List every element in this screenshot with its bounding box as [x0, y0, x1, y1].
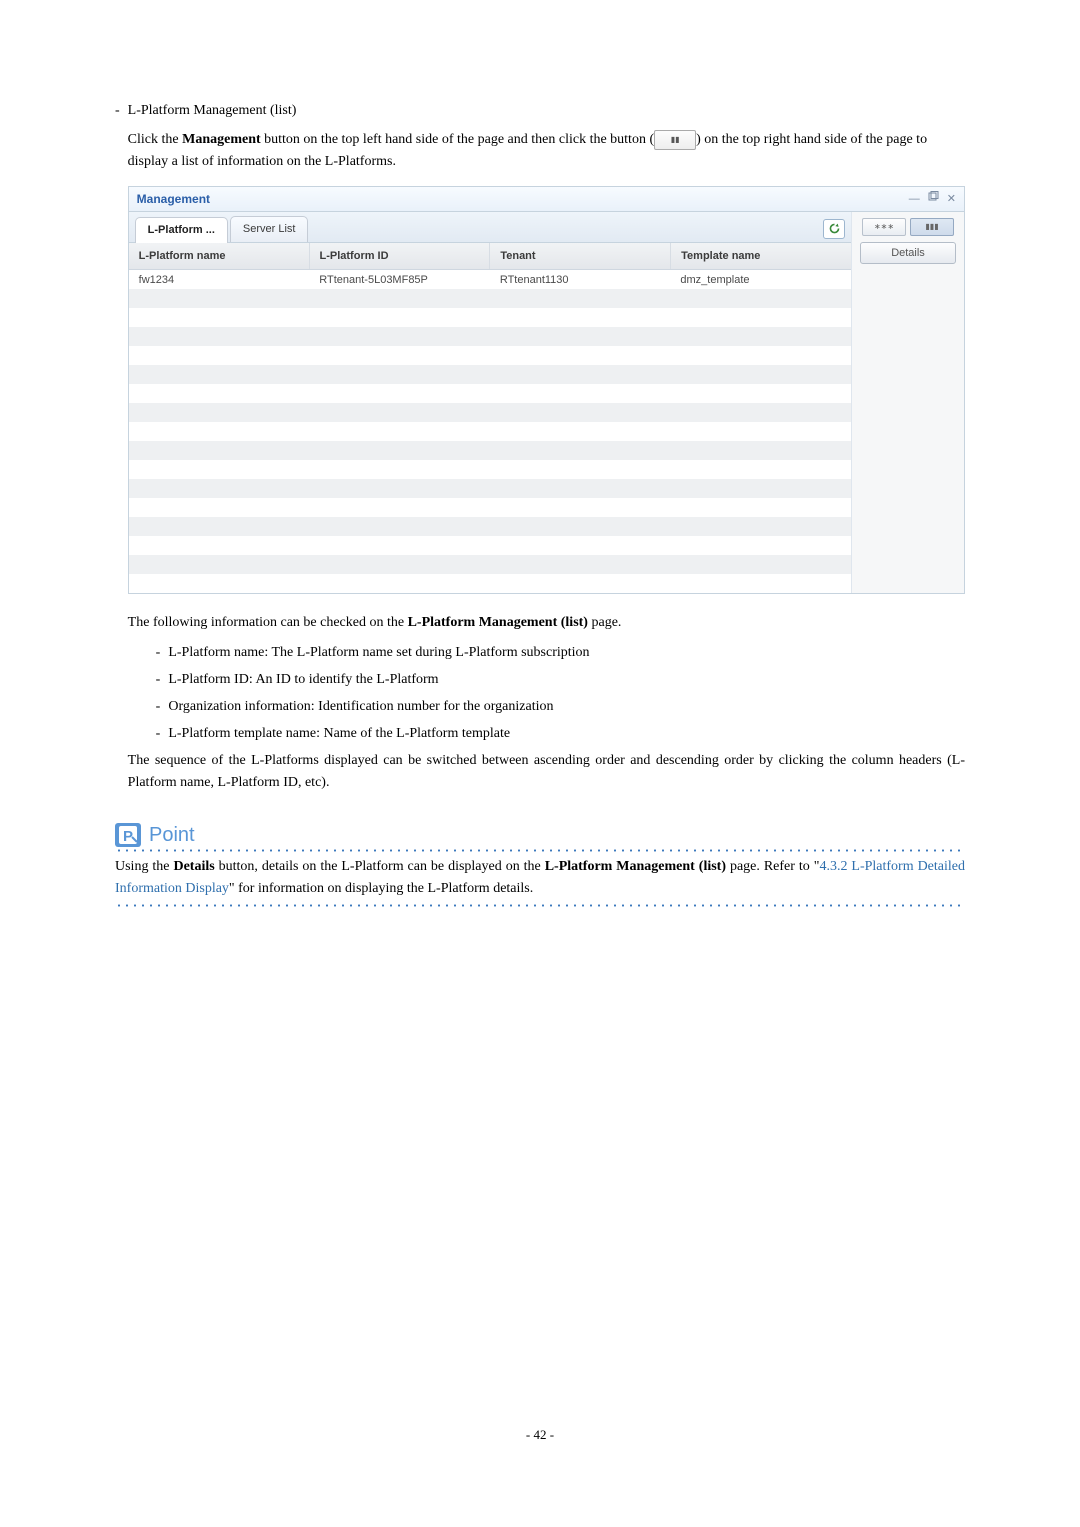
point-badge-icon: P [115, 823, 141, 847]
table-row-empty [129, 308, 851, 327]
view-mode-toolbar: ∗∗∗ ▮▮▮ [858, 218, 958, 236]
sub-bullet-1: - L-Platform name: The L-Platform name s… [128, 642, 965, 663]
grid-header: L-Platform name L-Platform ID Tenant Tem… [129, 243, 851, 271]
table-row-empty [129, 517, 851, 536]
col-lplatform-name[interactable]: L-Platform name [129, 243, 310, 270]
management-bold: Management [182, 132, 261, 147]
sub-bullet-2: - L-Platform ID: An ID to identify the L… [128, 669, 965, 690]
point-text: Using the Details button, details on the… [115, 856, 965, 899]
cell-template-name: dmz_template [670, 270, 851, 289]
point-label: Point [149, 824, 195, 847]
col-tenant[interactable]: Tenant [490, 243, 671, 270]
table-row-empty [129, 536, 851, 555]
window-titlebar: Management — ✕ [129, 187, 964, 212]
tab-row: L-Platform ... Server List [129, 212, 851, 243]
table-row-empty [129, 327, 851, 346]
refresh-button[interactable] [823, 219, 845, 239]
minimize-icon[interactable]: — [909, 191, 920, 208]
window-controls: — ✕ [909, 191, 956, 208]
table-row[interactable]: fw1234 RTtenant-5L03MF85P RTtenant1130 d… [129, 270, 851, 289]
col-template-name[interactable]: Template name [671, 243, 851, 270]
view-list-button[interactable]: ▮▮▮ [910, 218, 954, 236]
grid-body: fw1234 RTtenant-5L03MF85P RTtenant1130 d… [129, 270, 851, 593]
table-row-empty [129, 289, 851, 308]
cell-lplatform-id: RTtenant-5L03MF85P [309, 270, 490, 289]
table-row-empty [129, 441, 851, 460]
table-row-empty [129, 555, 851, 574]
table-row-empty [129, 384, 851, 403]
details-button[interactable]: Details [860, 242, 956, 264]
col-lplatform-id[interactable]: L-Platform ID [310, 243, 491, 270]
sort-order-para: The sequence of the L-Platforms displaye… [128, 750, 965, 793]
maximize-icon[interactable] [928, 191, 939, 208]
sub-bullet-3: - Organization information: Identificati… [128, 696, 965, 717]
dotted-separator-bottom [115, 904, 965, 907]
bullet-lplatform-management-list: - L-Platform Management (list) Click the… [115, 100, 965, 801]
tab-server-list[interactable]: Server List [230, 216, 309, 242]
bullet-content: L-Platform Management (list) Click the M… [128, 100, 965, 801]
window-title: Management [137, 190, 210, 208]
intro-text-mid: button on the top left hand side of the … [261, 132, 654, 147]
intro-text-before: Click the [128, 132, 182, 147]
cell-tenant: RTtenant1130 [490, 270, 671, 289]
side-panel: ∗∗∗ ▮▮▮ Details [852, 212, 964, 593]
refresh-icon [828, 222, 841, 235]
table-row-empty [129, 403, 851, 422]
window-body: L-Platform ... Server List L-Platform na… [129, 212, 964, 593]
point-header: P Point [115, 823, 965, 847]
table-row-empty [129, 574, 851, 593]
table-row-empty [129, 479, 851, 498]
sub-bullet-4: - L-Platform template name: Name of the … [128, 723, 965, 744]
table-row-empty [129, 460, 851, 479]
cell-lplatform-name: fw1234 [129, 270, 310, 289]
view-tiles-button[interactable]: ∗∗∗ [862, 218, 906, 236]
table-row-empty [129, 365, 851, 384]
dotted-separator-top [115, 849, 965, 852]
bullet-dash: - [115, 100, 128, 801]
main-panel: L-Platform ... Server List L-Platform na… [129, 212, 852, 593]
point-box: P Point Using the Details button, detail… [115, 823, 965, 906]
management-window: Management — ✕ L-Platform ... Server Lis… [128, 186, 965, 594]
close-icon[interactable]: ✕ [947, 191, 956, 208]
section-title: L-Platform Management (list) [128, 100, 965, 121]
section-intro: Click the Management button on the top l… [128, 129, 965, 172]
table-row-empty [129, 346, 851, 365]
page-number: - 42 - [115, 1427, 965, 1443]
tab-lplatform[interactable]: L-Platform ... [135, 217, 228, 243]
table-row-empty [129, 422, 851, 441]
table-row-empty [129, 498, 851, 517]
list-view-inline-button: ▮▮ [654, 130, 696, 150]
svg-text:P: P [123, 828, 133, 845]
info-check-para: The following information can be checked… [128, 612, 965, 634]
